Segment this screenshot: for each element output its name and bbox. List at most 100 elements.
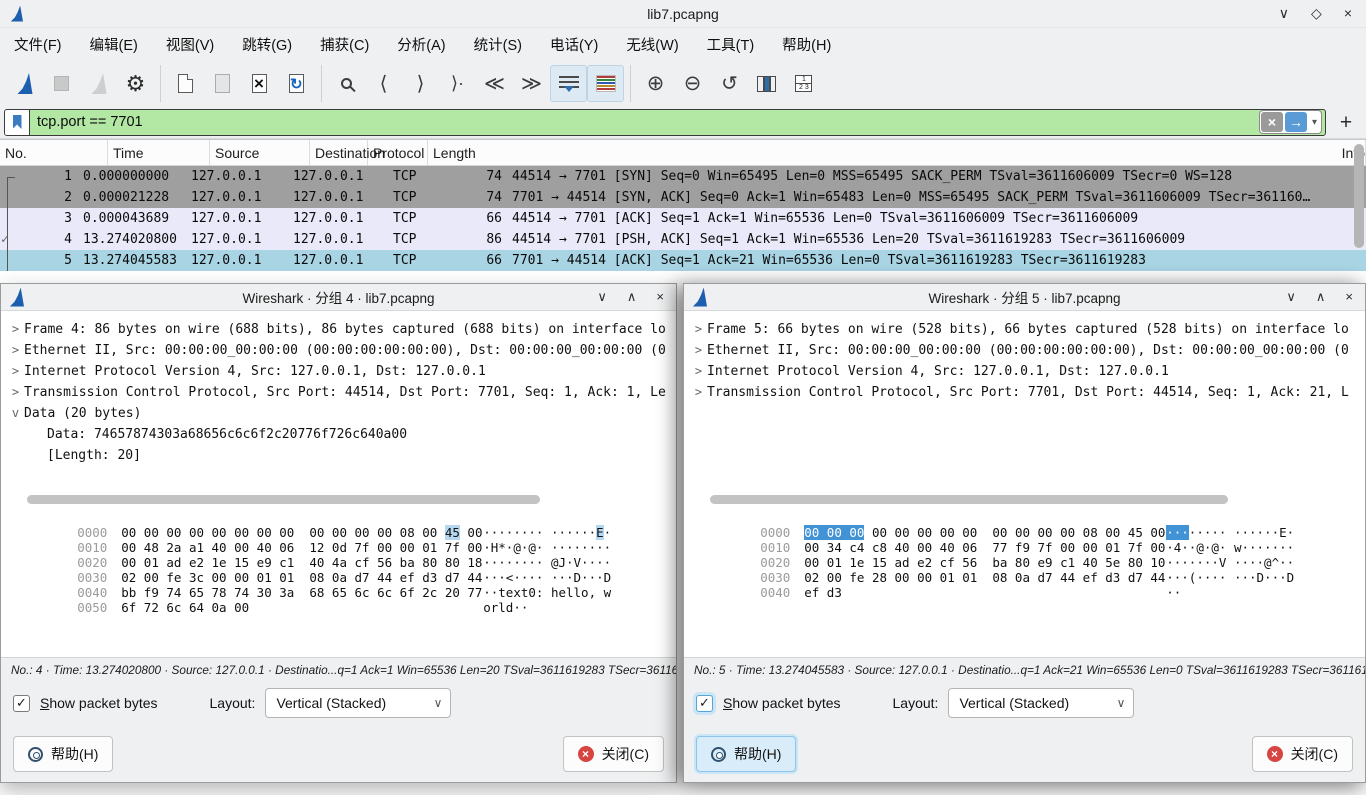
expander-icon[interactable]: v bbox=[7, 403, 24, 424]
tree-row[interactable]: > Frame 4: 86 bytes on wire (688 bits), … bbox=[7, 319, 676, 340]
last-packet[interactable] bbox=[513, 65, 550, 102]
maximize-icon[interactable]: ∧ bbox=[627, 289, 637, 305]
column-header[interactable]: Source bbox=[210, 140, 310, 165]
close-file[interactable] bbox=[241, 65, 278, 102]
expander-icon[interactable]: > bbox=[7, 361, 24, 382]
help-button[interactable]: 帮助(H) bbox=[696, 736, 796, 772]
filter-apply-icon[interactable]: → bbox=[1285, 112, 1307, 132]
filter-dropdown-icon[interactable]: ▾ bbox=[1309, 117, 1320, 128]
tree-row[interactable]: > Transmission Control Protocol, Src Por… bbox=[7, 382, 676, 403]
column-header[interactable]: Length bbox=[428, 140, 1337, 165]
hex-row[interactable]: 000000 00 00 00 00 00 00 00 00 00 00 00 … bbox=[700, 510, 1365, 525]
close-icon[interactable]: × bbox=[656, 289, 664, 305]
first-packet[interactable] bbox=[476, 65, 513, 102]
dialog-title: Wireshark · 分组 5 · lib7.pcapng bbox=[684, 287, 1365, 307]
add-filter-button[interactable]: + bbox=[1334, 110, 1358, 134]
hex-horizontal-scrollbar[interactable] bbox=[684, 491, 1365, 507]
expander-icon[interactable]: > bbox=[7, 382, 24, 403]
zoom-in[interactable] bbox=[637, 65, 674, 102]
expander-icon[interactable]: > bbox=[690, 340, 707, 361]
tree-row[interactable]: > Internet Protocol Version 4, Src: 127.… bbox=[7, 361, 676, 382]
filter-bar: tcp.port == 7701 × → ▾ + bbox=[0, 106, 1366, 139]
layout-select[interactable]: Vertical (Stacked) ∨ bbox=[948, 688, 1134, 718]
menu-item[interactable]: 工具(T) bbox=[707, 34, 755, 55]
column-header[interactable]: Protocol bbox=[368, 140, 428, 165]
menu-item[interactable]: 捕获(C) bbox=[320, 34, 369, 55]
expander-icon[interactable]: > bbox=[7, 319, 24, 340]
conversation-mark-icon bbox=[0, 229, 16, 250]
expander-icon[interactable]: > bbox=[690, 319, 707, 340]
maximize-icon[interactable]: ∧ bbox=[1316, 289, 1326, 305]
tree-row[interactable]: v Data (20 bytes) bbox=[7, 403, 676, 424]
tree-row[interactable]: > Transmission Control Protocol, Src Por… bbox=[690, 382, 1365, 403]
tree-row[interactable]: > Frame 5: 66 bytes on wire (528 bits), … bbox=[690, 319, 1365, 340]
column-header[interactable]: No. bbox=[0, 140, 108, 165]
tree-row[interactable]: > Ethernet II, Src: 00:00:00_00:00:00 (0… bbox=[690, 340, 1365, 361]
minimize-icon[interactable]: ∨ bbox=[1279, 5, 1289, 22]
show-packet-bytes-checkbox[interactable] bbox=[696, 695, 713, 712]
expander-icon[interactable]: > bbox=[690, 382, 707, 403]
menu-item[interactable]: 编辑(E) bbox=[90, 34, 138, 55]
column-header[interactable]: Destination bbox=[310, 140, 368, 165]
menu-item[interactable]: 分析(A) bbox=[397, 34, 445, 55]
zoom-reset[interactable] bbox=[711, 65, 748, 102]
find-packet[interactable] bbox=[328, 65, 365, 102]
expander-icon[interactable] bbox=[37, 445, 47, 466]
scrollbar-thumb[interactable] bbox=[710, 495, 1228, 504]
hex-row[interactable]: 000000 00 00 00 00 00 00 00 00 00 00 00 … bbox=[17, 510, 676, 525]
hex-horizontal-scrollbar[interactable] bbox=[1, 491, 676, 507]
expander-icon[interactable]: > bbox=[690, 361, 707, 382]
help-button[interactable]: 帮助(H) bbox=[13, 736, 113, 772]
menu-item[interactable]: 无线(W) bbox=[626, 34, 678, 55]
tree-row[interactable]: Data: 74657874303a68656c6c6f2c20776f726c… bbox=[7, 424, 676, 445]
close-button[interactable]: 关闭(C) bbox=[1252, 736, 1353, 772]
menu-item[interactable]: 统计(S) bbox=[474, 34, 522, 55]
reload-file[interactable] bbox=[278, 65, 315, 102]
filter-clear-icon[interactable]: × bbox=[1261, 112, 1283, 132]
go-to-packet[interactable] bbox=[439, 65, 476, 102]
layout-select[interactable]: Vertical (Stacked) ∨ bbox=[265, 688, 451, 718]
window-title: lib7.pcapng bbox=[0, 6, 1366, 22]
close-button[interactable]: 关闭(C) bbox=[563, 736, 664, 772]
auto-scroll[interactable] bbox=[550, 65, 587, 102]
tree-row[interactable]: > Ethernet II, Src: 00:00:00_00:00:00 (0… bbox=[7, 340, 676, 361]
save-file[interactable] bbox=[204, 65, 241, 102]
packet-row[interactable]: 5 13.274045583 127.0.0.1 127.0.0.1 TCP 6… bbox=[0, 250, 1366, 271]
menu-item[interactable]: 文件(F) bbox=[14, 34, 62, 55]
filter-value[interactable]: tcp.port == 7701 bbox=[30, 114, 1259, 130]
maximize-icon[interactable]: ◇ bbox=[1311, 5, 1322, 22]
close-icon[interactable]: × bbox=[1345, 289, 1353, 305]
menu-item[interactable]: 视图(V) bbox=[166, 34, 214, 55]
resize-columns[interactable] bbox=[748, 65, 785, 102]
menu-item[interactable]: 电话(Y) bbox=[550, 34, 598, 55]
tree-row[interactable]: [Length: 20] bbox=[7, 445, 676, 466]
packet-row[interactable]: 1 0.000000000 127.0.0.1 127.0.0.1 TCP 74… bbox=[0, 166, 1366, 187]
column-layout[interactable] bbox=[785, 65, 822, 102]
packet-row[interactable]: 4 13.274020800 127.0.0.1 127.0.0.1 TCP 8… bbox=[0, 229, 1366, 250]
scrollbar-thumb[interactable] bbox=[27, 495, 540, 504]
open-file[interactable] bbox=[167, 65, 204, 102]
menu-item[interactable]: 跳转(G) bbox=[242, 34, 292, 55]
display-filter-input[interactable]: tcp.port == 7701 × → ▾ bbox=[4, 109, 1326, 136]
packet-row[interactable]: 2 0.000021228 127.0.0.1 127.0.0.1 TCP 74… bbox=[0, 187, 1366, 208]
colorize[interactable] bbox=[587, 65, 624, 102]
restart-capture[interactable] bbox=[80, 65, 117, 102]
scrollbar-thumb[interactable] bbox=[1354, 144, 1364, 248]
expander-icon[interactable] bbox=[37, 424, 47, 445]
close-icon[interactable]: × bbox=[1344, 5, 1352, 22]
start-capture[interactable] bbox=[6, 65, 43, 102]
show-packet-bytes-checkbox[interactable] bbox=[13, 695, 30, 712]
minimize-icon[interactable]: ∨ bbox=[1286, 289, 1296, 305]
packet-row[interactable]: 3 0.000043689 127.0.0.1 127.0.0.1 TCP 66… bbox=[0, 208, 1366, 229]
stop-capture[interactable] bbox=[43, 65, 80, 102]
tree-row[interactable]: > Internet Protocol Version 4, Src: 127.… bbox=[690, 361, 1365, 382]
previous-packet[interactable] bbox=[365, 65, 402, 102]
next-packet[interactable] bbox=[402, 65, 439, 102]
zoom-out[interactable] bbox=[674, 65, 711, 102]
expander-icon[interactable]: > bbox=[7, 340, 24, 361]
column-header[interactable]: Time bbox=[108, 140, 210, 165]
minimize-icon[interactable]: ∨ bbox=[597, 289, 607, 305]
filter-bookmark-icon[interactable] bbox=[5, 110, 30, 135]
capture-options[interactable] bbox=[117, 65, 154, 102]
menu-item[interactable]: 帮助(H) bbox=[782, 34, 831, 55]
